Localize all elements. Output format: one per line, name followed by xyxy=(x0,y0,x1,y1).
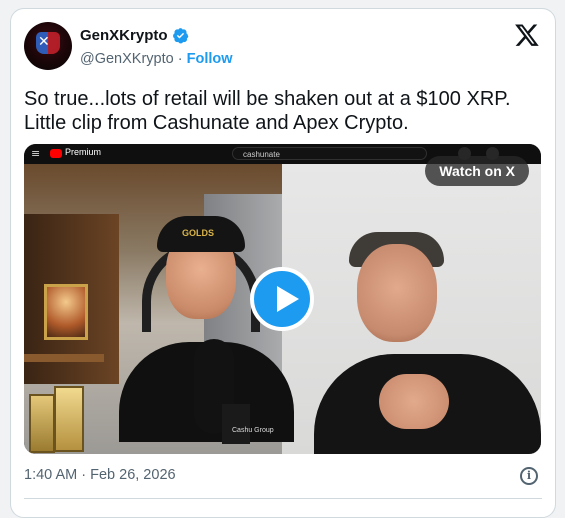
divider xyxy=(24,498,542,499)
cap-text: GOLDS xyxy=(182,228,215,238)
collectible-card xyxy=(54,386,84,452)
youtube-premium-label: Premium xyxy=(65,147,102,157)
youtube-search-box: cashunate xyxy=(232,147,427,160)
tweet-date: Feb 26, 2026 xyxy=(90,467,176,483)
tweet-text: So true...lots of retail will be shaken … xyxy=(24,88,511,134)
youtube-logo-icon xyxy=(50,149,62,158)
author-name[interactable]: GenXKrypto xyxy=(80,27,168,44)
avatar-x-mark: ✕ xyxy=(38,34,50,50)
person-right-head xyxy=(357,244,437,342)
person-right-hands xyxy=(379,374,449,429)
watch-on-x-button[interactable]: Watch on X xyxy=(425,156,529,186)
play-button-icon[interactable] xyxy=(250,267,314,331)
painting xyxy=(44,284,88,340)
tweet-card: ✕ GenXKrypto @GenXKrypto · Follow So tru… xyxy=(10,8,556,518)
menu-icon: ≡ xyxy=(31,147,41,160)
shelf xyxy=(24,354,104,362)
handle-row: @GenXKrypto · Follow xyxy=(80,51,233,67)
timestamp-separator: · xyxy=(81,467,87,483)
follow-button[interactable]: Follow xyxy=(187,51,233,67)
shirt-logo: Cashu Group xyxy=(232,427,274,434)
info-icon[interactable]: i xyxy=(520,467,538,485)
video-player[interactable]: ≡ Premium cashunate GOLDS Cashu Group Wa… xyxy=(24,144,541,454)
avatar-right-half xyxy=(48,32,60,54)
collectible-card xyxy=(29,394,55,453)
tweet-time: 1:40 AM xyxy=(24,467,78,483)
tweet-timestamp[interactable]: 1:40 AM · Feb 26, 2026 xyxy=(24,467,176,483)
verified-badge-icon xyxy=(172,28,188,44)
name-row: GenXKrypto xyxy=(80,27,189,44)
microphone-arm xyxy=(222,404,250,444)
handle-separator: · xyxy=(177,51,183,67)
author-handle[interactable]: @GenXKrypto xyxy=(80,51,174,67)
avatar[interactable]: ✕ xyxy=(24,22,72,70)
tweet-header: ✕ GenXKrypto @GenXKrypto · Follow xyxy=(24,22,542,72)
x-logo-icon[interactable] xyxy=(514,22,540,48)
